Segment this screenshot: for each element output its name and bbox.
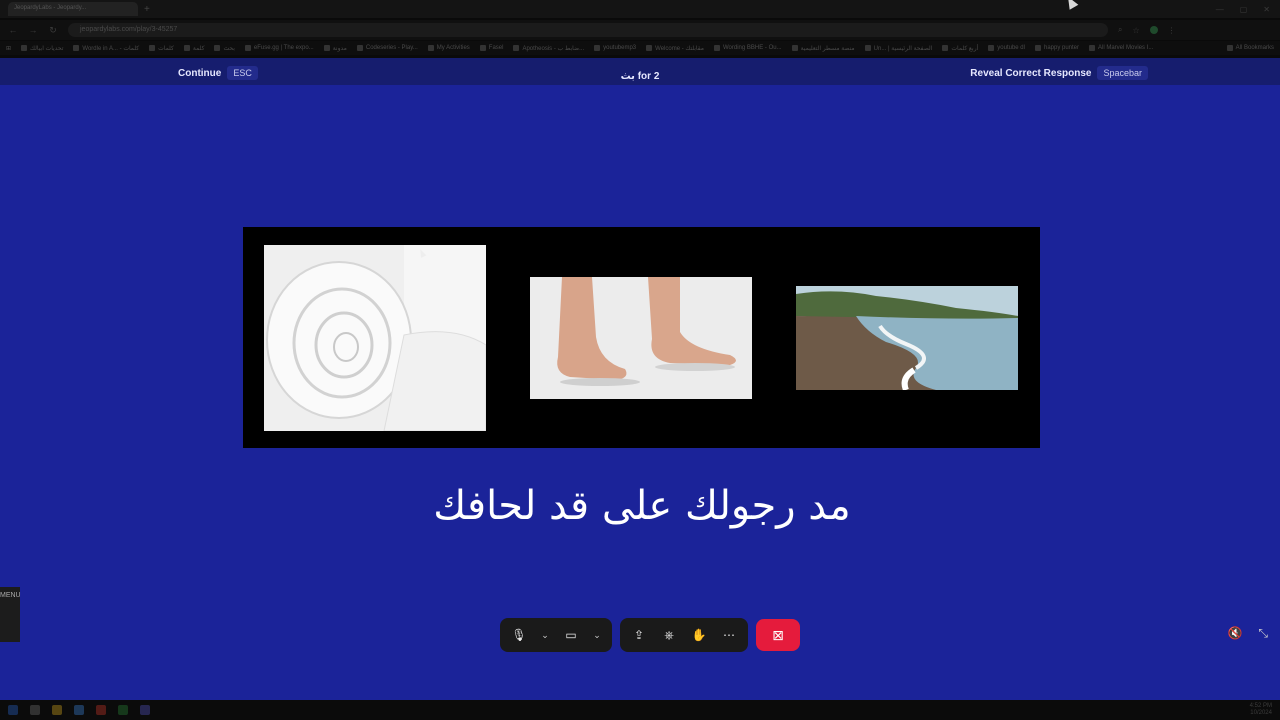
back-icon[interactable]: ←	[8, 25, 18, 35]
reveal-key: Spacebar	[1097, 66, 1148, 80]
maximize-icon[interactable]: ▢	[1240, 5, 1248, 14]
bookmark-item[interactable]: مدونة	[323, 45, 347, 52]
share-group: ⇪ ⎈ ✋ ⋯	[620, 618, 748, 652]
clock-date: 10/2024	[1250, 710, 1272, 716]
zoom-icon[interactable]: ⌕	[1118, 25, 1122, 35]
share-screen-icon[interactable]: ⇪	[630, 626, 648, 644]
chevron-down-icon[interactable]: ⌄	[540, 626, 550, 644]
reload-icon[interactable]: ↻	[48, 25, 58, 36]
audio-video-group: 🎙 ⌄ ▭ ⌄	[500, 618, 612, 652]
meeting-controls: 🎙 ⌄ ▭ ⌄ ⇪ ⎈ ✋ ⋯ ⊠	[500, 618, 800, 652]
app-icon[interactable]	[118, 705, 128, 715]
beach-shore-image	[796, 286, 1018, 390]
browser-tabbar: JeopardyLabs - Jeopardy... + — ▢ ✕	[0, 0, 1280, 18]
continue-key: ESC	[227, 66, 258, 80]
continue-label: Continue	[178, 67, 222, 79]
category-points-label: بث for 2	[620, 71, 660, 82]
all-bookmarks[interactable]: All Bookmarks	[1226, 45, 1274, 51]
bookmark-item[interactable]: Welcome - مقابلتك	[646, 45, 704, 52]
bookmark-item[interactable]: Fasel	[479, 45, 503, 51]
close-icon[interactable]: ✕	[1263, 5, 1270, 14]
reveal-response-button[interactable]: Reveal Correct Response Spacebar	[970, 66, 1148, 80]
bookmark-item[interactable]: All Marvel Movies I...	[1089, 45, 1153, 51]
new-tab-icon[interactable]: +	[144, 4, 150, 15]
screen: JeopardyLabs - Jeopardy... + — ▢ ✕ ← → ↻…	[0, 0, 1280, 720]
bookmark-item[interactable]: كلمة	[183, 45, 204, 52]
clue-text: مد رجولك على قد لحافك	[433, 483, 851, 529]
bookmark-item[interactable]: Apotheosis - ضابط ب...	[513, 45, 584, 52]
rolled-duvet-image	[264, 245, 486, 431]
bookmark-item[interactable]: كلمات	[149, 45, 174, 52]
more-options-icon[interactable]: ⋯	[720, 626, 738, 644]
bookmark-item[interactable]: Codeseries - Play...	[356, 45, 418, 51]
bookmark-item[interactable]: منصة مسطر التعليمية	[791, 45, 855, 52]
meeting-corner-controls: 🔇 ⤡	[1227, 626, 1268, 641]
menu-dots-icon[interactable]: ⋮	[1168, 26, 1176, 35]
clue-image	[243, 227, 1040, 448]
bookmark-item[interactable]: youtube dl	[988, 45, 1025, 51]
bookmark-item[interactable]: Un... | الصفحة الرئيسية	[864, 45, 932, 52]
bookmark-item[interactable]: تحديات ابيالك	[21, 45, 63, 52]
mute-speaker-icon[interactable]: 🔇	[1227, 626, 1242, 641]
minimize-icon[interactable]: —	[1216, 5, 1224, 14]
bookmark-item[interactable]: youtubemp3	[594, 45, 636, 51]
bookmark-item[interactable]: بحث	[214, 45, 235, 52]
stop-share-icon: ⊠	[772, 626, 784, 643]
raise-hand-icon[interactable]: ✋	[690, 626, 708, 644]
taskbar: 4:52 PM 10/2024	[0, 700, 1280, 720]
url-field[interactable]: jeopardylabs.com/play/3-45257	[68, 23, 1108, 37]
bare-feet-image	[530, 277, 752, 399]
chrome-icon[interactable]	[96, 705, 106, 715]
start-icon[interactable]	[8, 705, 18, 715]
bookmarks-bar: ⊞ تحديات ابيالك Wordle in A... - كلمات ك…	[0, 41, 1280, 55]
bookmark-item[interactable]: happy punter	[1034, 45, 1079, 51]
bookmark-item[interactable]: Wording BBHE - Ou...	[714, 45, 782, 51]
browser-addressbar: ← → ↻ jeopardylabs.com/play/3-45257 ⌕ ☆ …	[0, 20, 1280, 40]
bookmark-item[interactable]: Wordle in A... - كلمات	[73, 45, 139, 52]
app-icon[interactable]	[140, 705, 150, 715]
clock-time: 4:52 PM	[1249, 703, 1272, 709]
collapse-fullscreen-icon[interactable]: ⤡	[1258, 626, 1268, 641]
search-icon[interactable]	[30, 705, 40, 715]
browser-tab[interactable]: JeopardyLabs - Jeopardy...	[8, 2, 138, 16]
camera-off-icon[interactable]: ▭	[562, 626, 580, 644]
extension-icon[interactable]	[1149, 26, 1158, 34]
forward-icon[interactable]: →	[28, 25, 38, 35]
bookmark-item[interactable]: eFuse.gg | The expo...	[244, 45, 314, 51]
bookmark-star-icon[interactable]: ☆	[1132, 26, 1139, 35]
clue-topbar: Continue ESC بث for 2 Reveal Correct Res…	[0, 58, 1280, 85]
apps-grid-icon[interactable]: ⊞	[6, 45, 11, 52]
edge-icon[interactable]	[74, 705, 84, 715]
bookmark-item[interactable]: أربع كلمات	[942, 45, 978, 52]
window-controls: — ▢ ✕	[1216, 5, 1280, 14]
stop-share-button[interactable]: ⊠	[756, 619, 800, 651]
chevron-down-icon[interactable]: ⌄	[592, 626, 602, 644]
side-menu[interactable]: MENU	[0, 587, 21, 642]
bookmark-item[interactable]: My Activities	[427, 45, 470, 51]
file-explorer-icon[interactable]	[52, 705, 62, 715]
continue-button[interactable]: Continue ESC	[178, 66, 258, 80]
microphone-icon[interactable]: 🎙	[510, 626, 528, 644]
reveal-label: Reveal Correct Response	[970, 67, 1092, 79]
taskbar-clock[interactable]: 4:52 PM 10/2024	[1250, 703, 1272, 717]
game-controller-icon[interactable]: ⎈	[660, 626, 678, 644]
category-points: بث for 2	[580, 66, 700, 84]
